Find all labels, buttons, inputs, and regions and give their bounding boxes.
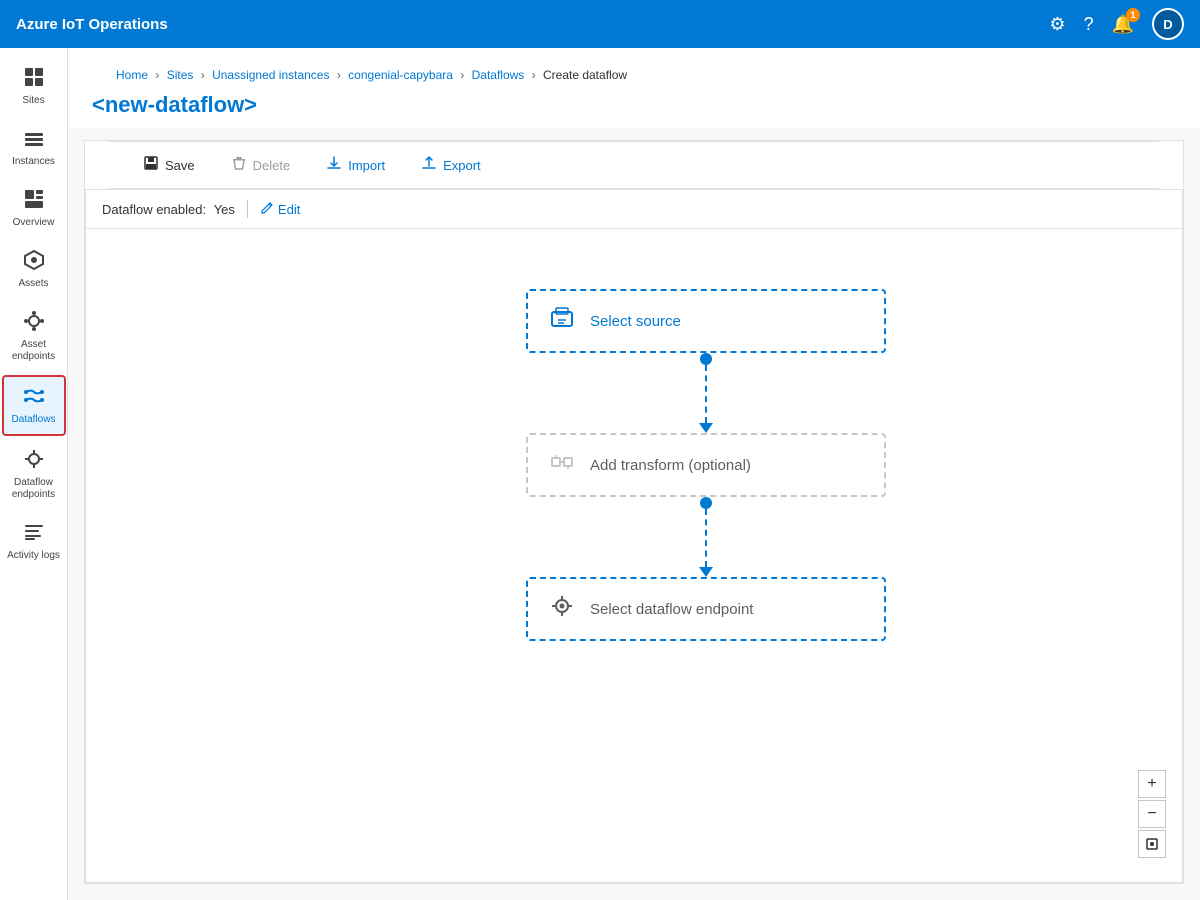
zoom-reset-button[interactable] bbox=[1138, 830, 1166, 858]
add-transform-node[interactable]: Add transform (optional) bbox=[526, 433, 886, 497]
zoom-out-button[interactable]: − bbox=[1138, 800, 1166, 828]
delete-button[interactable]: Delete bbox=[221, 150, 301, 180]
dataflows-icon bbox=[23, 385, 45, 411]
save-button[interactable]: Save bbox=[133, 150, 205, 180]
dataflow-enabled-value: Yes bbox=[214, 202, 235, 217]
dataflow-endpoints-icon bbox=[23, 448, 45, 474]
sidebar-item-assets[interactable]: Assets bbox=[2, 241, 66, 298]
sidebar-item-instances-label: Instances bbox=[12, 156, 55, 168]
import-label: Import bbox=[348, 158, 385, 173]
dataflow-enabled-label: Dataflow enabled: Yes bbox=[102, 202, 235, 217]
status-divider bbox=[247, 200, 248, 218]
breadcrumb-home[interactable]: Home bbox=[116, 68, 148, 82]
connector-2 bbox=[699, 497, 713, 577]
flow-canvas: Select source bbox=[85, 229, 1183, 883]
save-icon bbox=[143, 155, 159, 175]
save-label: Save bbox=[165, 158, 195, 173]
sidebar-item-dataflows[interactable]: Dataflows bbox=[2, 375, 66, 436]
zoom-in-button[interactable]: + bbox=[1138, 770, 1166, 798]
sidebar-item-activity-logs-label: Activity logs bbox=[7, 550, 60, 562]
edit-icon bbox=[260, 201, 274, 218]
export-button[interactable]: Export bbox=[411, 150, 491, 180]
sidebar-item-instances[interactable]: Instances bbox=[2, 119, 66, 176]
source-icon bbox=[548, 304, 576, 338]
settings-icon[interactable]: ⚙ bbox=[1049, 14, 1065, 35]
assets-icon bbox=[23, 249, 45, 275]
breadcrumb-dataflows[interactable]: Dataflows bbox=[472, 68, 525, 82]
connector-arrow-2 bbox=[699, 567, 713, 577]
help-icon[interactable]: ? bbox=[1084, 14, 1094, 35]
select-endpoint-node[interactable]: Select dataflow endpoint bbox=[526, 577, 886, 641]
edit-button[interactable]: Edit bbox=[260, 201, 300, 218]
endpoint-label: Select dataflow endpoint bbox=[590, 601, 753, 618]
instances-icon bbox=[23, 127, 45, 153]
import-icon bbox=[326, 155, 342, 175]
page-title: <new-dataflow> bbox=[92, 92, 257, 117]
sidebar-item-assets-label: Assets bbox=[18, 278, 48, 290]
sidebar-item-dataflow-endpoints[interactable]: Dataflow endpoints bbox=[2, 440, 66, 509]
breadcrumb-bar: Home › Sites › Unassigned instances › co… bbox=[68, 48, 1200, 86]
overview-icon bbox=[23, 188, 45, 214]
dataflow-status-bar: Dataflow enabled: Yes Edit bbox=[85, 189, 1183, 229]
app-title: Azure IoT Operations bbox=[16, 16, 1049, 33]
connector-dot-2 bbox=[700, 497, 712, 509]
zoom-controls: + − bbox=[1138, 770, 1166, 858]
sidebar-item-asset-endpoints[interactable]: Asset endpoints bbox=[2, 302, 66, 371]
select-source-node[interactable]: Select source bbox=[526, 289, 886, 353]
connector-arrow-1 bbox=[699, 423, 713, 433]
flow-container: Select source bbox=[526, 289, 886, 641]
toolbar: Save Delete Import bbox=[109, 141, 1159, 189]
page-title-bar: <new-dataflow> bbox=[68, 86, 1200, 128]
sidebar-item-overview-label: Overview bbox=[13, 217, 55, 229]
edit-label: Edit bbox=[278, 202, 300, 217]
sidebar-item-dataflow-endpoints-label: Dataflow endpoints bbox=[6, 477, 62, 501]
connector-dot-1 bbox=[700, 353, 712, 365]
import-button[interactable]: Import bbox=[316, 150, 395, 180]
sites-icon bbox=[23, 66, 45, 92]
breadcrumb-unassigned[interactable]: Unassigned instances bbox=[212, 68, 329, 82]
sidebar-item-sites[interactable]: Sites bbox=[2, 58, 66, 115]
breadcrumb: Home › Sites › Unassigned instances › co… bbox=[92, 58, 1176, 86]
export-label: Export bbox=[443, 158, 481, 173]
activity-logs-icon bbox=[23, 521, 45, 547]
sidebar-item-dataflows-label: Dataflows bbox=[12, 414, 56, 426]
topbar-icons: ⚙ ? 🔔 1 D bbox=[1049, 8, 1184, 40]
bell-icon[interactable]: 🔔 1 bbox=[1112, 14, 1134, 35]
connector-1 bbox=[699, 353, 713, 433]
sidebar-item-activity-logs[interactable]: Activity logs bbox=[2, 513, 66, 570]
transform-icon bbox=[548, 448, 576, 482]
source-label: Select source bbox=[590, 313, 681, 330]
content-card: Save Delete Import bbox=[84, 140, 1184, 884]
sidebar-item-asset-endpoints-label: Asset endpoints bbox=[6, 339, 62, 363]
content-area: Home › Sites › Unassigned instances › co… bbox=[68, 48, 1200, 900]
breadcrumb-instance[interactable]: congenial-capybara bbox=[348, 68, 453, 82]
sidebar-item-sites-label: Sites bbox=[22, 95, 44, 107]
content-inner: Save Delete Import bbox=[68, 128, 1200, 900]
delete-icon bbox=[231, 155, 247, 175]
connector-line-1 bbox=[705, 365, 707, 423]
transform-label: Add transform (optional) bbox=[590, 457, 751, 474]
breadcrumb-current: Create dataflow bbox=[543, 68, 627, 82]
topbar: Azure IoT Operations ⚙ ? 🔔 1 D bbox=[0, 0, 1200, 48]
notification-badge: 1 bbox=[1126, 8, 1140, 22]
main-layout: Sites Instances Overview Assets Asset en bbox=[0, 48, 1200, 900]
export-icon bbox=[421, 155, 437, 175]
breadcrumb-sites[interactable]: Sites bbox=[167, 68, 194, 82]
asset-endpoints-icon bbox=[23, 310, 45, 336]
avatar[interactable]: D bbox=[1152, 8, 1184, 40]
endpoint-icon bbox=[548, 592, 576, 626]
delete-label: Delete bbox=[253, 158, 291, 173]
connector-line-2 bbox=[705, 509, 707, 567]
sidebar-item-overview[interactable]: Overview bbox=[2, 180, 66, 237]
sidebar: Sites Instances Overview Assets Asset en bbox=[0, 48, 68, 900]
